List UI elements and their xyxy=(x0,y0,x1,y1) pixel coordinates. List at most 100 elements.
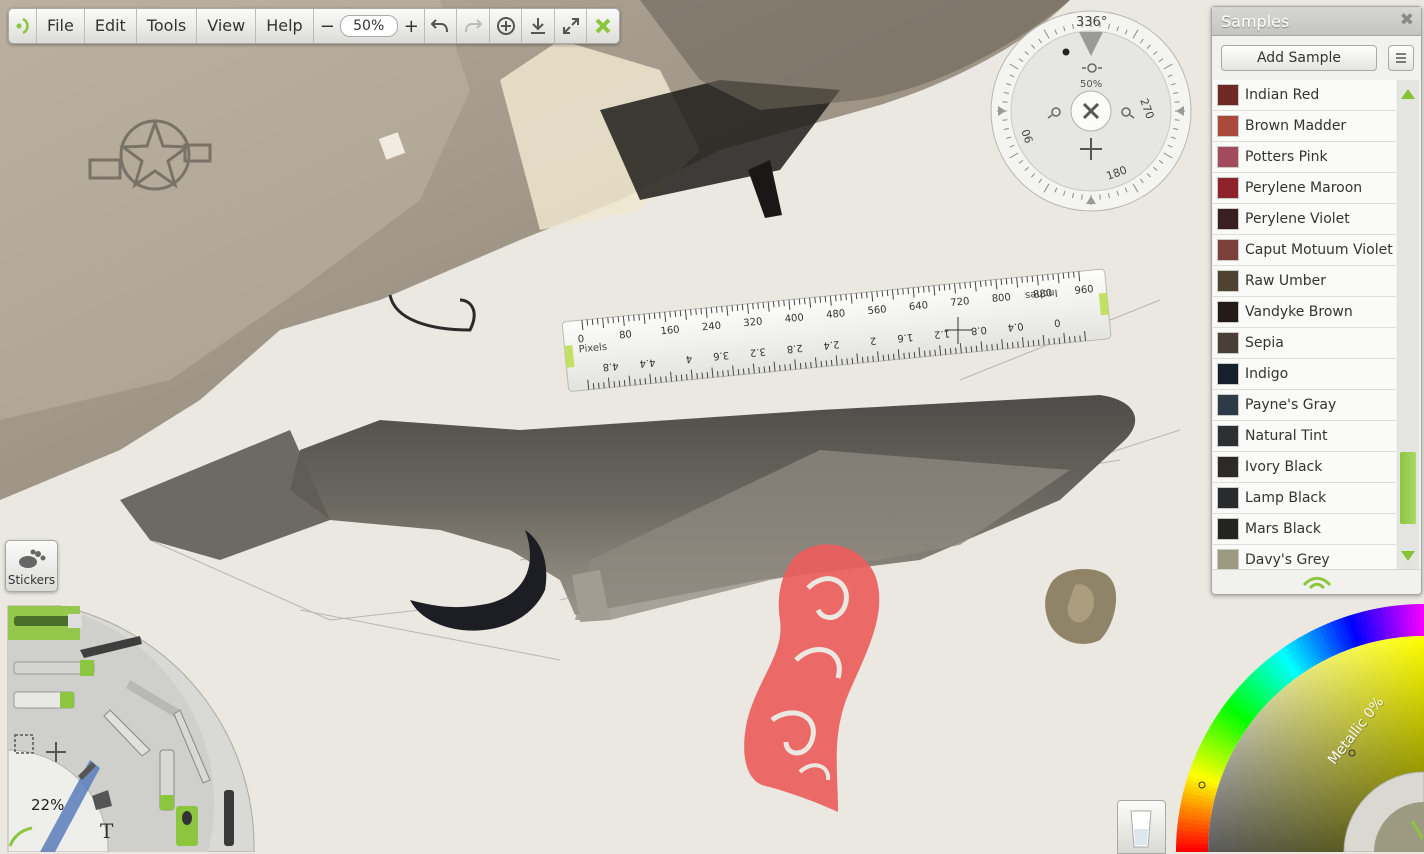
sample-item[interactable]: Raw Umber xyxy=(1213,266,1396,297)
tool-ring[interactable]: T xyxy=(0,600,260,852)
ruler-tick xyxy=(902,288,904,295)
menu-file[interactable]: File xyxy=(37,9,85,43)
add-sample-button[interactable]: Add Sample xyxy=(1221,45,1377,71)
ruler-tick xyxy=(675,375,678,382)
layers-icon xyxy=(496,17,515,35)
sample-item[interactable]: Caput Motuum Violet xyxy=(1213,235,1396,266)
menu-edit[interactable]: Edit xyxy=(85,9,137,43)
ruler-tick xyxy=(1010,277,1013,284)
ruler-tick xyxy=(955,347,957,354)
ruler-tick xyxy=(1068,336,1071,343)
ruler-tick xyxy=(969,281,972,289)
sample-item[interactable]: Ivory Black xyxy=(1213,452,1396,483)
menu-help[interactable]: Help xyxy=(256,9,314,43)
scroll-thumb[interactable] xyxy=(1400,452,1416,524)
text-tool-icon[interactable]: T xyxy=(100,819,114,843)
sample-item[interactable]: Vandyke Brown xyxy=(1213,297,1396,328)
navigator-dial[interactable]: 270 180 90 xyxy=(990,10,1192,212)
ruler-tick xyxy=(943,284,946,291)
download-icon xyxy=(531,18,546,34)
ink-pen-tool-icon[interactable] xyxy=(224,790,234,846)
ruler-tick xyxy=(633,314,635,321)
ruler-tick xyxy=(1032,340,1035,347)
paint-tube-tool-icon[interactable] xyxy=(13,691,75,709)
menu-view[interactable]: View xyxy=(197,9,257,43)
ruler-tick xyxy=(887,354,890,361)
ruler-tick xyxy=(638,314,640,321)
menu-tools[interactable]: Tools xyxy=(137,9,198,43)
sample-item[interactable]: Payne's Gray xyxy=(1213,390,1396,421)
color-picker[interactable] xyxy=(1176,603,1424,852)
ruler-tick xyxy=(757,302,759,309)
airbrush-tool-icon[interactable] xyxy=(13,660,95,676)
sample-label: Raw Umber xyxy=(1245,273,1327,289)
ruler-tick xyxy=(717,371,719,378)
ruler-tick xyxy=(819,296,822,303)
zoom-value-field[interactable]: 50% xyxy=(339,15,398,37)
ruler-tick xyxy=(612,316,615,324)
close-canvas-button[interactable] xyxy=(587,9,619,43)
zoom-in-button[interactable]: + xyxy=(404,16,419,37)
sample-item[interactable]: Perylene Violet xyxy=(1213,204,1396,235)
fullscreen-button[interactable] xyxy=(555,9,588,43)
layers-button[interactable] xyxy=(490,9,523,43)
stickers-button[interactable]: Stickers xyxy=(5,540,58,592)
ruler-tick xyxy=(613,381,616,388)
sample-swatch xyxy=(1217,208,1239,230)
list-icon xyxy=(1396,53,1406,63)
sample-item[interactable]: Indian Red xyxy=(1213,80,1396,111)
redo-button[interactable] xyxy=(457,9,490,43)
panel-grip-icon[interactable] xyxy=(1300,573,1334,591)
list-options-button[interactable] xyxy=(1388,45,1414,71)
ruler-tick xyxy=(949,348,952,355)
ruler-tick xyxy=(690,309,692,316)
ruler-pixel-label: 800 xyxy=(991,292,1011,305)
ruler-tick xyxy=(903,352,905,359)
sample-scrollbar[interactable] xyxy=(1397,80,1419,569)
ruler-tick xyxy=(793,299,796,306)
ruler-tick xyxy=(1021,276,1023,283)
ruler-tick xyxy=(830,359,833,366)
undo-button[interactable] xyxy=(425,9,458,43)
ruler-tick xyxy=(772,301,775,308)
ruler-tick xyxy=(778,300,780,307)
sample-label: Payne's Gray xyxy=(1245,397,1337,413)
ruler-tick xyxy=(913,351,916,358)
ruler-inch-label: 3.2 xyxy=(749,345,766,357)
marker-tool-icon[interactable] xyxy=(159,749,175,811)
sample-item[interactable]: Lamp Black xyxy=(1213,483,1396,514)
ruler-tick xyxy=(721,306,723,313)
ruler-tick xyxy=(991,344,993,351)
paintbrush-tool-icon[interactable] xyxy=(14,614,82,628)
app-logo-icon[interactable] xyxy=(9,9,38,43)
zoom-out-button[interactable]: − xyxy=(320,16,335,37)
samples-close-icon[interactable]: ✖ xyxy=(1400,10,1414,30)
dial-tick xyxy=(1174,119,1180,121)
sample-item[interactable]: Indigo xyxy=(1213,359,1396,390)
download-button[interactable] xyxy=(522,9,555,43)
sample-item[interactable]: Mars Black xyxy=(1213,514,1396,545)
ruler-tick xyxy=(741,304,744,311)
sample-item[interactable]: Davy's Grey xyxy=(1213,545,1396,569)
clean-brush-button[interactable] xyxy=(1117,800,1166,854)
sample-label: Potters Pink xyxy=(1245,149,1328,165)
sample-item[interactable]: Sepia xyxy=(1213,328,1396,359)
ruler-tick xyxy=(965,346,968,353)
ruler-tick xyxy=(825,360,828,367)
sample-item[interactable]: Natural Tint xyxy=(1213,421,1396,452)
main-toolbar: File Edit Tools View Help − 50% + xyxy=(8,8,620,44)
scroll-up-icon[interactable] xyxy=(1401,89,1415,99)
ruler-inch-label: 1.6 xyxy=(897,331,914,343)
sample-item[interactable]: Perylene Maroon xyxy=(1213,173,1396,204)
sample-item[interactable]: Brown Madder xyxy=(1213,111,1396,142)
ruler-tick xyxy=(944,348,947,355)
scroll-down-icon[interactable] xyxy=(1401,551,1415,561)
ruler-inch-label: 4.4 xyxy=(639,356,656,368)
sticker-tool-icon[interactable] xyxy=(176,806,198,846)
ruler-tick xyxy=(845,294,847,301)
ruler-tick xyxy=(1058,337,1061,344)
ruler-tick xyxy=(731,305,734,312)
hue-segment[interactable] xyxy=(1419,604,1424,637)
ruler-tick xyxy=(986,344,988,351)
sample-item[interactable]: Potters Pink xyxy=(1213,142,1396,173)
